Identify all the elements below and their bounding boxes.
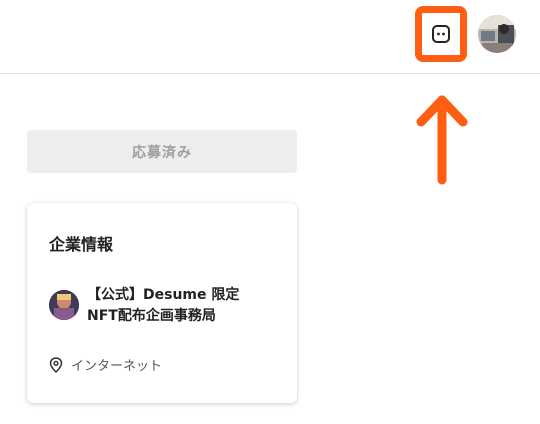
- company-logo[interactable]: [49, 290, 79, 320]
- user-avatar[interactable]: [478, 15, 516, 53]
- company-location: インターネット: [49, 355, 162, 374]
- company-info-card: 企業情報 【公式】Desume 限定 NFT配布企画事務局 インターネット: [27, 203, 297, 403]
- avatar-image: [478, 15, 516, 53]
- company-name-link[interactable]: 【公式】Desume 限定 NFT配布企画事務局: [87, 285, 239, 327]
- applied-button-label: 応募済み: [132, 144, 192, 161]
- company-name-line1: 【公式】Desume 限定: [87, 287, 240, 303]
- card-title: 企業情報: [49, 235, 114, 254]
- applied-button[interactable]: 応募済み: [27, 130, 297, 173]
- company-name-line2: NFT配布企画事務局: [87, 308, 216, 324]
- map-pin-icon: [49, 356, 63, 373]
- up-arrow-icon: [416, 95, 468, 185]
- location-text: インターネット: [71, 359, 163, 374]
- message-button[interactable]: [415, 6, 467, 62]
- page: 応募済み 企業情報 【公式】Desume 限定 NFT配布企画事務局 インターネ…: [0, 0, 540, 424]
- header-divider: [0, 73, 540, 74]
- message-bubble-icon: [432, 25, 450, 43]
- company-logo-image: [49, 290, 79, 320]
